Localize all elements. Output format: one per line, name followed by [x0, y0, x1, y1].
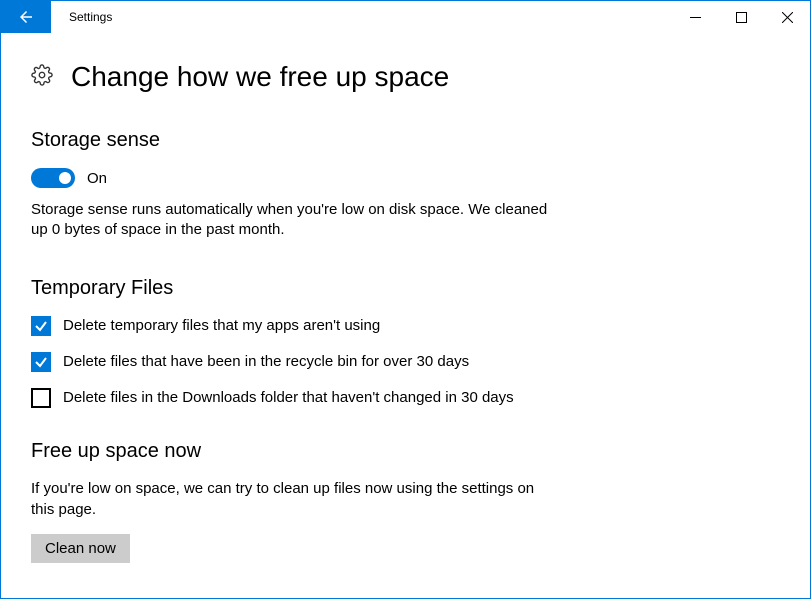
minimize-button[interactable]: [672, 1, 718, 33]
temp-files-option-2: Delete files in the Downloads folder tha…: [31, 388, 591, 408]
close-button[interactable]: [764, 1, 810, 33]
temporary-files-heading: Temporary Files: [31, 277, 780, 300]
back-button[interactable]: [1, 1, 51, 33]
temporary-files-section: Temporary Files Delete temporary files t…: [31, 277, 780, 409]
checkbox-delete-temp-files[interactable]: [31, 316, 51, 336]
storage-sense-heading: Storage sense: [31, 129, 780, 152]
minimize-icon: [690, 12, 701, 23]
storage-sense-description: Storage sense runs automatically when yo…: [31, 200, 551, 241]
free-up-heading: Free up space now: [31, 440, 780, 463]
window-controls: [672, 1, 810, 33]
checkbox-label[interactable]: Delete files in the Downloads folder tha…: [63, 388, 514, 408]
free-up-description: If you're low on space, we can try to cl…: [31, 479, 551, 520]
content-area: Change how we free up space Storage sens…: [1, 33, 810, 593]
clean-now-button[interactable]: Clean now: [31, 534, 130, 563]
maximize-button[interactable]: [718, 1, 764, 33]
gear-icon: [31, 64, 53, 91]
checkbox-label[interactable]: Delete files that have been in the recyc…: [63, 352, 469, 372]
maximize-icon: [736, 12, 747, 23]
storage-sense-toggle-label: On: [87, 170, 107, 187]
window-title: Settings: [69, 10, 112, 24]
back-arrow-icon: [17, 8, 35, 26]
titlebar: Settings: [1, 1, 810, 33]
toggle-knob: [59, 172, 71, 184]
checkbox-delete-downloads[interactable]: [31, 388, 51, 408]
checkbox-label[interactable]: Delete temporary files that my apps aren…: [63, 316, 380, 336]
storage-sense-toggle[interactable]: [31, 168, 75, 188]
checkbox-delete-recycle-bin[interactable]: [31, 352, 51, 372]
storage-sense-toggle-row: On: [31, 168, 780, 188]
temp-files-option-1: Delete files that have been in the recyc…: [31, 352, 591, 372]
page-header: Change how we free up space: [31, 61, 780, 93]
close-icon: [782, 12, 793, 23]
temp-files-option-0: Delete temporary files that my apps aren…: [31, 316, 591, 336]
page-title: Change how we free up space: [71, 61, 449, 93]
